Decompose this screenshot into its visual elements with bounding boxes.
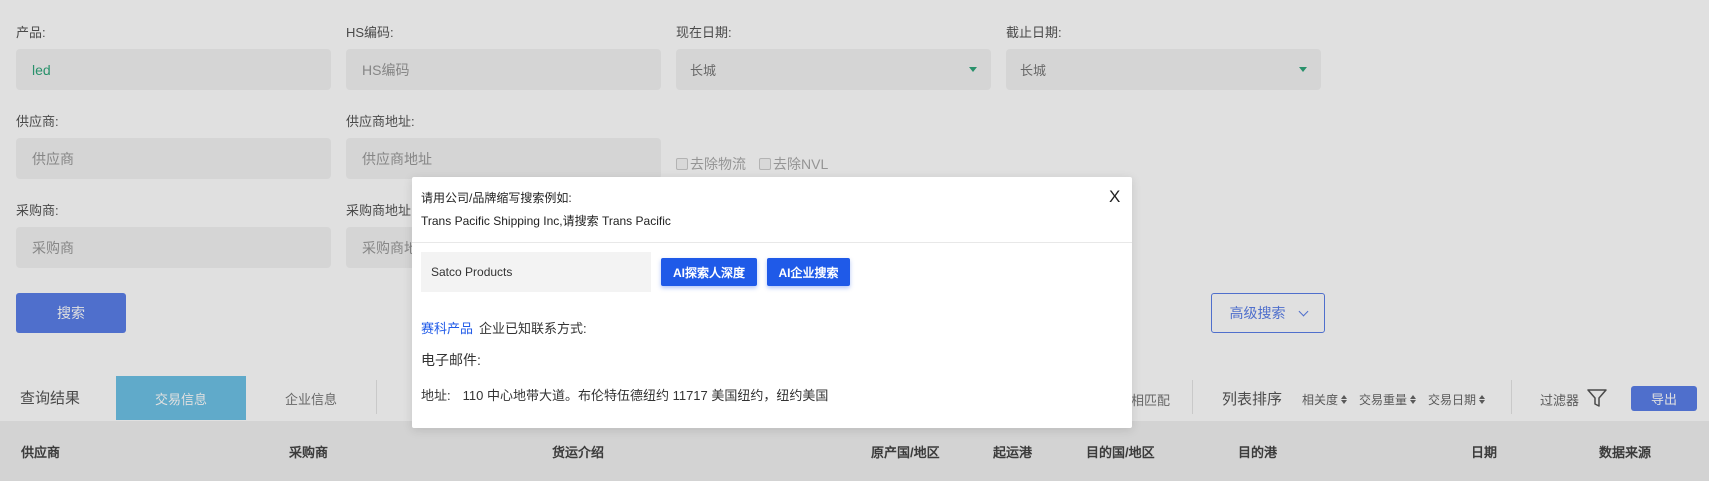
ai-company-search-button[interactable]: AI企业搜索 — [767, 258, 850, 286]
email-label: 电子邮件: — [421, 352, 481, 368]
modal-divider — [412, 242, 1132, 243]
modal-hint-line2: Trans Pacific Shipping Inc,请搜索 Trans Pac… — [421, 214, 671, 228]
close-button[interactable]: X — [1109, 187, 1120, 207]
company-contact-label: 企业已知联系方式: — [479, 321, 587, 336]
company-search-input[interactable] — [421, 252, 651, 292]
address-value: 110 中心地带大道。布伦特伍德纽约 11717 美国纽约，纽约美国 — [462, 388, 829, 403]
ai-deep-search-button[interactable]: AI探索人深度 — [661, 258, 757, 286]
modal-hint-line1: 请用公司/品牌缩写搜索例如: — [421, 191, 572, 205]
company-search-modal: 请用公司/品牌缩写搜索例如: Trans Pacific Shipping In… — [412, 177, 1132, 428]
company-name-link[interactable]: 赛科产品 — [421, 321, 473, 336]
company-result: 赛科产品 企业已知联系方式: — [421, 318, 587, 337]
address-label: 地址: — [421, 388, 451, 403]
address-row: 地址: 110 中心地带大道。布伦特伍德纽约 11717 美国纽约，纽约美国 — [421, 385, 828, 404]
